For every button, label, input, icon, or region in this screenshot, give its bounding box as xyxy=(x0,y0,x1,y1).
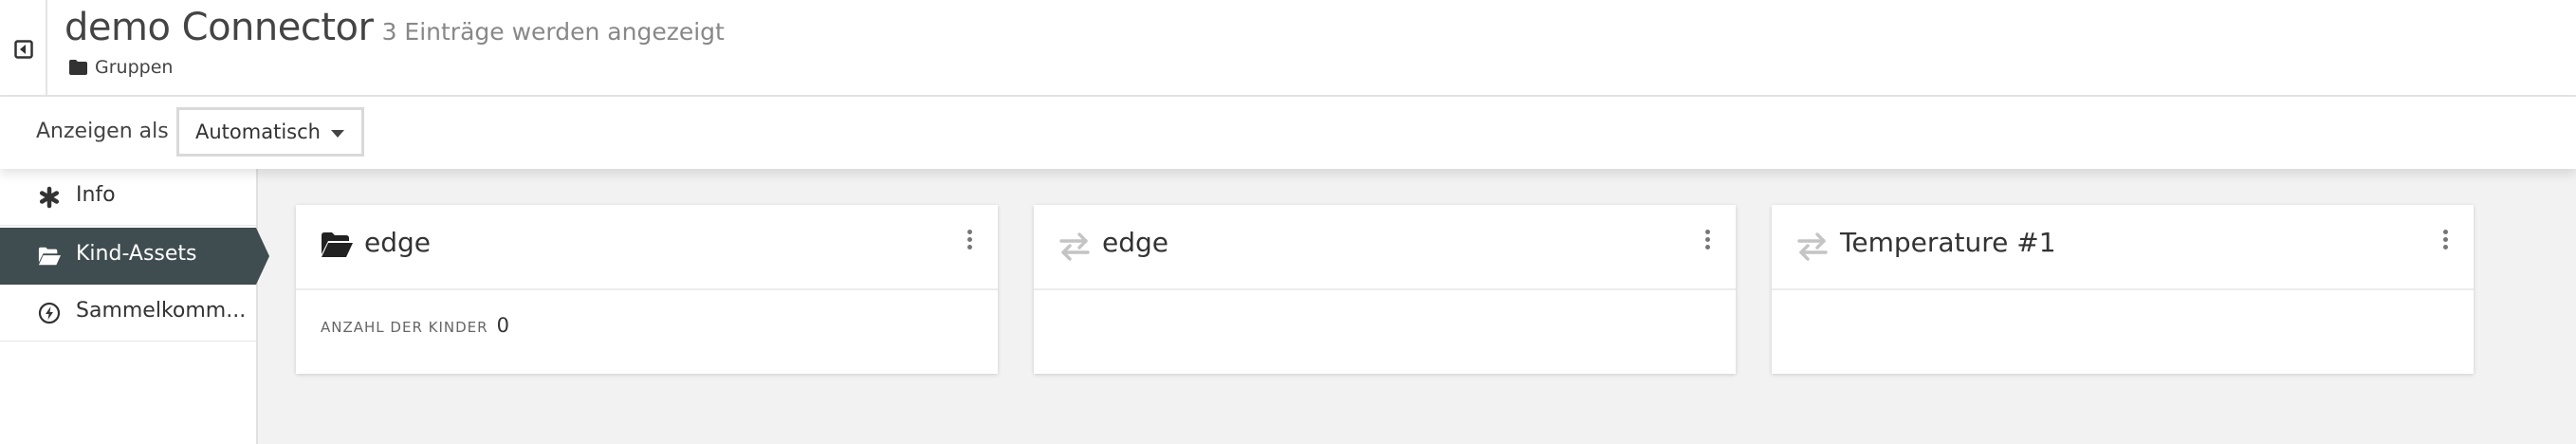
breadcrumb[interactable]: Gruppen xyxy=(69,57,173,78)
card-title[interactable]: edge xyxy=(364,227,431,258)
page-header: demo Connector 3 Einträge werden angezei… xyxy=(0,0,2576,97)
sidebar: Info Kind-Assets Sammelkomm... xyxy=(0,169,269,444)
asset-card[interactable]: edge xyxy=(1034,205,1736,374)
asterisk-icon xyxy=(39,186,60,209)
child-count-value: 0 xyxy=(496,314,510,337)
folder-icon xyxy=(69,60,87,75)
more-options-icon[interactable] xyxy=(2443,230,2449,250)
entry-count: 3 Einträge werden angezeigt xyxy=(381,18,725,46)
asset-card[interactable]: edge ANZAHL DER KINDER 0 xyxy=(296,205,998,374)
card-header: Temperature #1 xyxy=(1772,205,2474,290)
collapse-sidebar-button[interactable] xyxy=(0,0,47,95)
card-title[interactable]: edge xyxy=(1102,227,1168,258)
bolt-circle-icon xyxy=(38,302,61,324)
sidebar-item-label: Info xyxy=(76,183,116,207)
transfer-arrows-icon xyxy=(1797,232,1828,261)
sidebar-item-bulk-commands[interactable]: Sammelkomm... xyxy=(0,285,256,342)
title-row: demo Connector 3 Einträge werden angezei… xyxy=(64,6,725,49)
display-as-label: Anzeigen als xyxy=(36,120,169,143)
page-title: demo Connector xyxy=(64,6,374,49)
more-options-icon[interactable] xyxy=(1705,230,1711,250)
sidebar-item-info[interactable]: Info xyxy=(0,169,256,226)
view-toolbar: Anzeigen als Automatisch xyxy=(0,97,2576,169)
sidebar-item-label: Kind-Assets xyxy=(76,242,197,266)
sidebar-item-label: Sammelkomm... xyxy=(76,299,247,323)
child-count: ANZAHL DER KINDER 0 xyxy=(321,314,509,337)
card-title[interactable]: Temperature #1 xyxy=(1840,227,2056,258)
breadcrumb-label[interactable]: Gruppen xyxy=(95,57,173,78)
folder-open-icon xyxy=(322,232,353,257)
more-options-icon[interactable] xyxy=(967,230,973,250)
collapse-left-icon xyxy=(14,40,33,59)
folder-open-icon xyxy=(38,247,61,266)
caret-down-icon xyxy=(331,130,344,138)
sidebar-item-kind-assets[interactable]: Kind-Assets xyxy=(0,228,269,285)
card-header: edge xyxy=(1034,205,1736,290)
asset-card[interactable]: Temperature #1 xyxy=(1772,205,2474,374)
display-mode-select[interactable]: Automatisch xyxy=(176,107,364,157)
transfer-arrows-icon xyxy=(1059,232,1090,261)
child-count-label: ANZAHL DER KINDER xyxy=(321,319,488,336)
card-header: edge xyxy=(296,205,998,290)
display-mode-value: Automatisch xyxy=(195,120,321,143)
